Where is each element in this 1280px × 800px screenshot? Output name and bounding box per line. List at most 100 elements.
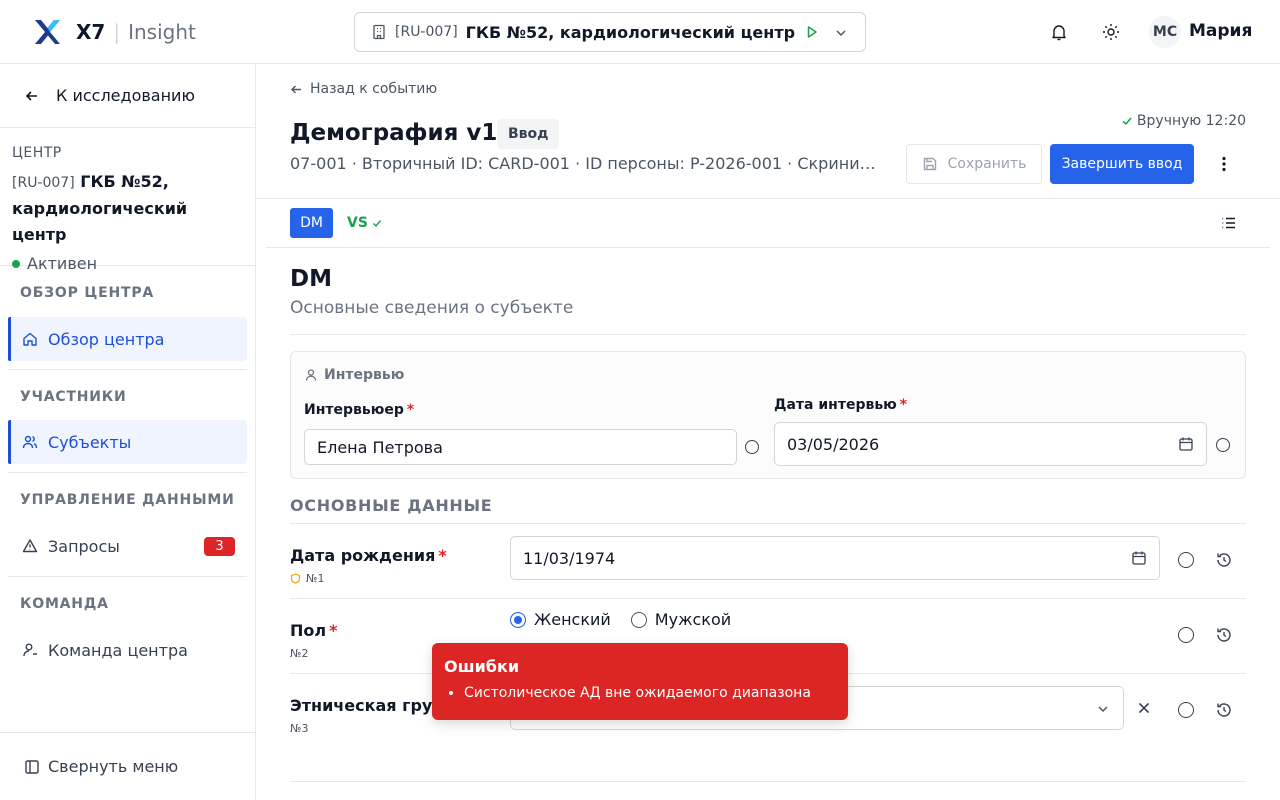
divider bbox=[8, 576, 247, 577]
theme-sun-icon[interactable] bbox=[1101, 22, 1121, 42]
field-status-circle-icon[interactable] bbox=[1178, 702, 1194, 718]
building-icon bbox=[373, 24, 385, 40]
interviewer-field[interactable]: Елена Петрова bbox=[304, 429, 737, 465]
history-icon[interactable] bbox=[1215, 701, 1233, 719]
back-to-study-label: К исследованию bbox=[56, 86, 195, 105]
back-to-event-link[interactable]: Назад к событию bbox=[290, 81, 437, 97]
divider bbox=[8, 369, 247, 370]
bell-icon[interactable] bbox=[1049, 22, 1069, 42]
radio-female[interactable]: Женский bbox=[510, 610, 611, 629]
radio-button-checked[interactable] bbox=[510, 611, 526, 628]
dob-number: №1 bbox=[306, 572, 325, 585]
manual-save-status: Вручную 12:20 bbox=[1121, 113, 1246, 129]
save-button[interactable]: Сохранить bbox=[906, 144, 1042, 184]
finish-entry-button[interactable]: Завершить ввод bbox=[1050, 144, 1194, 184]
radio-male[interactable]: Мужской bbox=[630, 610, 732, 629]
center-code: [RU-007] bbox=[12, 175, 75, 191]
site-selector[interactable]: [RU-007] ГКБ №52, кардиологический центр bbox=[354, 12, 866, 52]
sex-label: Пол * bbox=[290, 621, 337, 640]
history-icon[interactable] bbox=[1215, 551, 1233, 569]
error-item: Систолическое АД вне ожидаемого диапазон… bbox=[464, 685, 836, 701]
required-marker: * bbox=[438, 546, 447, 565]
sex-number: №2 bbox=[290, 647, 309, 660]
more-vertical-icon[interactable] bbox=[1214, 154, 1234, 174]
list-icon[interactable] bbox=[1220, 214, 1238, 232]
tab-vs-label: VS bbox=[347, 215, 368, 231]
field-status-circle-icon[interactable] bbox=[1178, 627, 1194, 643]
status-badge: Ввод bbox=[497, 119, 560, 149]
radio-male-label: Мужской bbox=[654, 610, 732, 629]
user-icon bbox=[23, 643, 37, 657]
chevron-down-icon bbox=[836, 30, 846, 37]
sidebar-item-label: Обзор центра bbox=[48, 329, 165, 349]
divider bbox=[8, 472, 247, 473]
basic-data-title: ОСНОВНЫЕ ДАННЫЕ bbox=[290, 496, 493, 515]
sidebar-item-center-overview[interactable]: Обзор центра bbox=[8, 317, 247, 361]
sidebar-item-center-team[interactable]: Команда центра bbox=[8, 628, 247, 672]
header-divider bbox=[256, 198, 1280, 199]
field-status-circle-icon[interactable] bbox=[745, 440, 759, 454]
brand-subtitle: Insight bbox=[128, 20, 196, 44]
field-status-circle-icon[interactable] bbox=[1216, 438, 1230, 452]
sidebar-item-label: Субъекты bbox=[48, 432, 132, 452]
user-name[interactable]: Мария bbox=[1189, 21, 1252, 41]
save-label: Сохранить bbox=[947, 156, 1027, 172]
history-icon[interactable] bbox=[1215, 626, 1233, 644]
users-icon bbox=[22, 435, 38, 449]
sex-field-number: №2 bbox=[290, 647, 308, 660]
queries-count-badge: 3 bbox=[204, 537, 235, 556]
save-icon bbox=[923, 157, 936, 171]
section-title-participants: УЧАСТНИКИ bbox=[20, 389, 127, 405]
dob-value: 11/03/1974 bbox=[523, 548, 616, 568]
warning-icon bbox=[22, 539, 38, 553]
required-marker: * bbox=[899, 397, 908, 413]
interviewer-value: Елена Петрова bbox=[317, 437, 443, 457]
error-toast-title: Ошибки bbox=[444, 657, 520, 676]
calendar-icon[interactable] bbox=[1131, 550, 1147, 566]
sidebar-collapse-icon bbox=[25, 759, 39, 774]
status-text: Активен bbox=[27, 254, 98, 273]
sidebar-item-subjects[interactable]: Субъекты bbox=[8, 420, 247, 464]
field-status-circle-icon[interactable] bbox=[1178, 552, 1194, 568]
avatar[interactable]: МС bbox=[1149, 16, 1181, 48]
collapse-menu-button[interactable]: Свернуть меню bbox=[0, 732, 255, 800]
brand-name: X7 bbox=[76, 20, 106, 44]
site-code: [RU-007] bbox=[395, 24, 458, 40]
center-label: ЦЕНТР bbox=[12, 145, 62, 161]
interviewer-label: Интервьюер * bbox=[304, 402, 414, 418]
logo-mark-icon bbox=[35, 20, 60, 44]
required-marker: * bbox=[329, 621, 338, 640]
dob-field[interactable]: 11/03/1974 bbox=[510, 536, 1160, 580]
brand-separator: | bbox=[113, 20, 121, 44]
radio-button-unchecked[interactable] bbox=[630, 611, 647, 628]
error-toast[interactable]: Ошибки Систолическое АД вне ожидаемого д… bbox=[432, 643, 848, 720]
arrow-left-icon bbox=[291, 85, 301, 93]
tab-dm[interactable]: DM bbox=[290, 208, 333, 238]
interview-heading: Интервью bbox=[304, 367, 404, 383]
interview-panel: Интервью Интервьюер * Елена Петрова Дата … bbox=[290, 351, 1246, 479]
logo[interactable]: X7 | Insight bbox=[32, 17, 196, 47]
arrow-left-icon bbox=[25, 90, 37, 101]
interview-date-field[interactable]: 03/05/2026 bbox=[774, 422, 1207, 466]
radio-female-label: Женский bbox=[534, 610, 611, 629]
tab-vs[interactable]: VS bbox=[347, 208, 382, 238]
collapse-menu-label: Свернуть меню bbox=[48, 757, 179, 776]
sidebar-item-queries[interactable]: Запросы 3 bbox=[8, 524, 247, 568]
section-divider bbox=[290, 334, 1246, 335]
section-title: DM bbox=[290, 266, 332, 292]
form-meta: 07-001 · Вторичный ID: CARD-001 · ID пер… bbox=[290, 154, 886, 173]
page-title: Демография v1.0 bbox=[290, 120, 523, 146]
user-icon bbox=[305, 369, 317, 381]
row-divider bbox=[290, 523, 1246, 524]
back-to-event-label: Назад к событию bbox=[310, 81, 438, 97]
interview-date-label: Дата интервью * bbox=[774, 397, 907, 413]
tabs-divider bbox=[266, 247, 1270, 248]
dob-field-number: №1 bbox=[290, 572, 324, 585]
calendar-icon[interactable] bbox=[1178, 436, 1194, 452]
section-title-team: КОМАНДА bbox=[20, 596, 109, 612]
shield-icon bbox=[290, 573, 301, 584]
close-icon[interactable] bbox=[1136, 700, 1152, 716]
back-to-study-link[interactable]: К исследованию bbox=[0, 64, 255, 128]
interview-date-value: 03/05/2026 bbox=[787, 434, 880, 454]
sex-label-text: Пол bbox=[290, 621, 327, 640]
